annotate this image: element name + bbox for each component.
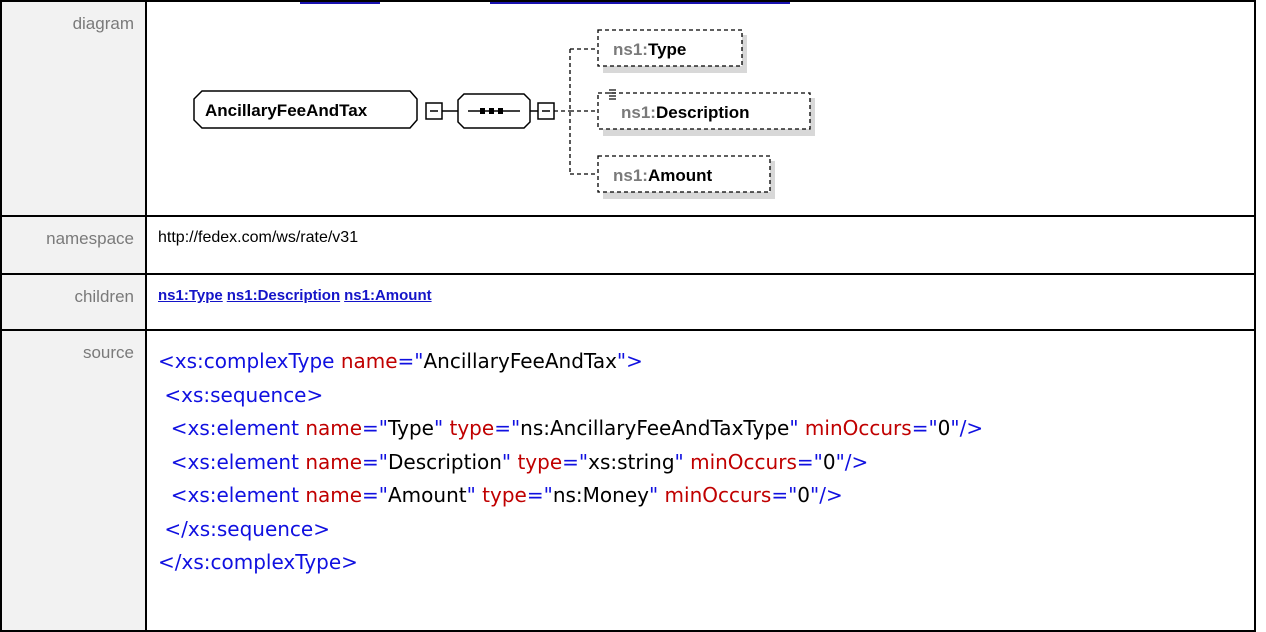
source-line-3: <xs:element name="Type" type="ns:Ancilla… bbox=[170, 416, 984, 440]
children-links: ns1:Type ns1:Description ns1:Amount bbox=[145, 273, 1256, 331]
source-line-7: </xs:complexType> bbox=[158, 550, 358, 574]
element-prefix: ns1: bbox=[613, 166, 648, 185]
source-label: source bbox=[0, 329, 147, 632]
source-line-2: <xs:sequence> bbox=[164, 382, 324, 407]
namespace-row: namespace http://fedex.com/ws/rate/v31 bbox=[0, 215, 1256, 275]
diagram-cell: AncillaryFeeAndTax ns1:Type ns1:Descript… bbox=[145, 0, 1256, 217]
child-link-type[interactable]: ns1:Type bbox=[158, 287, 223, 304]
element-name-amount: Amount bbox=[648, 166, 713, 185]
children-row: children ns1:Type ns1:Description ns1:Amou… bbox=[0, 273, 1256, 331]
source-line-1: <xs:complexType name="AncillaryFeeAndTax… bbox=[158, 349, 643, 373]
source-line-6: </xs:sequence> bbox=[164, 516, 330, 541]
sequence-collapse-icon[interactable] bbox=[537, 102, 555, 120]
element-name-description: Description bbox=[656, 103, 750, 122]
children-label: children bbox=[0, 273, 147, 331]
complex-type-node[interactable]: AncillaryFeeAndTax bbox=[193, 90, 418, 129]
element-node-amount[interactable]: ns1:Amount bbox=[597, 155, 775, 199]
namespace-value: http://fedex.com/ws/rate/v31 bbox=[145, 215, 1256, 275]
complex-type-name: AncillaryFeeAndTax bbox=[205, 101, 368, 120]
source-row: source <xs:complexType name="AncillaryFe… bbox=[0, 329, 1256, 632]
child-link-amount[interactable]: ns1:Amount bbox=[344, 287, 432, 304]
element-node-description[interactable]: ns1:Description bbox=[597, 89, 815, 136]
source-code: <xs:complexType name="AncillaryFeeAndTax… bbox=[145, 329, 1256, 632]
element-node-type[interactable]: ns1:Type bbox=[597, 29, 747, 73]
diagram-label: diagram bbox=[0, 0, 147, 217]
svg-text:ns1:Type: ns1:Type bbox=[613, 40, 686, 59]
element-prefix: ns1: bbox=[613, 40, 648, 59]
element-prefix: ns1: bbox=[621, 103, 656, 122]
tree-connectors bbox=[554, 48, 598, 175]
schema-diagram: AncillaryFeeAndTax ns1:Type ns1:Descript… bbox=[158, 2, 838, 215]
element-name-type: Type bbox=[648, 40, 686, 59]
namespace-label: namespace bbox=[0, 215, 147, 275]
diagram-row: diagram AncillaryFeeAndTax ns1:Type ns1:… bbox=[0, 0, 1256, 217]
sequence-compositor-icon bbox=[457, 93, 531, 129]
schema-doc-table: diagram AncillaryFeeAndTax ns1:Type ns1:… bbox=[0, 0, 1256, 632]
collapse-toggle-icon[interactable] bbox=[425, 102, 443, 120]
svg-text:ns1:Amount: ns1:Amount bbox=[613, 166, 713, 185]
source-line-4: <xs:element name="Description" type="xs:… bbox=[170, 449, 869, 474]
source-line-5: <xs:element name="Amount" type="ns:Money… bbox=[170, 483, 843, 507]
child-link-description[interactable]: ns1:Description bbox=[227, 287, 340, 304]
svg-text:ns1:Description: ns1:Description bbox=[621, 103, 750, 122]
